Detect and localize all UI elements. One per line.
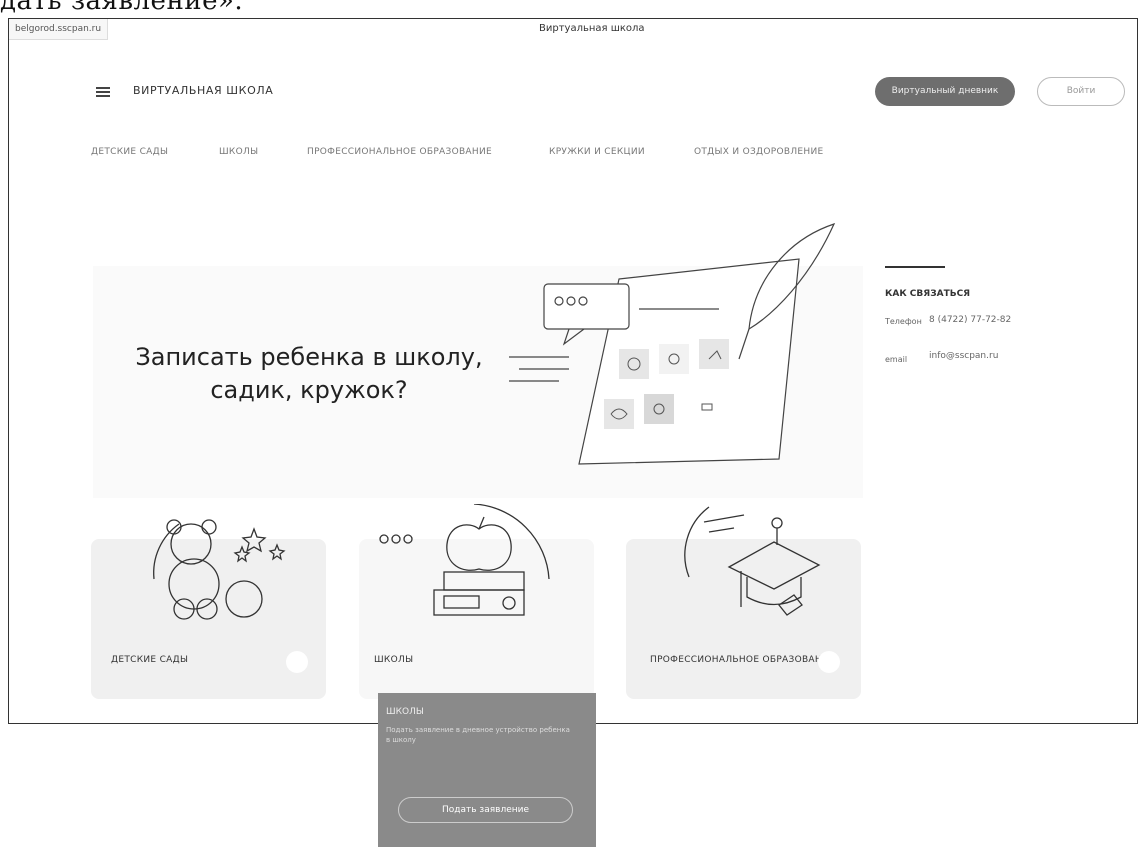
submit-application-button[interactable]: Подать заявление <box>398 797 573 823</box>
contact-divider <box>885 266 945 268</box>
login-button[interactable]: Войти <box>1037 77 1125 106</box>
menu-icon[interactable] <box>96 87 110 97</box>
nav-item-professional[interactable]: ПРОФЕССИОНАЛЬНОЕ ОБРАЗОВАНИЕ <box>307 147 492 157</box>
card-label: ШКОЛЫ <box>374 655 414 665</box>
nav-item-kindergartens[interactable]: ДЕТСКИЕ САДЫ <box>91 147 168 157</box>
teddy-bear-icon <box>153 519 286 620</box>
schools-popup: ШКОЛЫ Подать заявление в дневное устройс… <box>378 693 596 847</box>
browser-frame: belgorod.sscpan.ru Виртуальная школа ВИР… <box>8 18 1138 724</box>
logo-text[interactable]: ВИРТУАЛЬНАЯ ШКОЛА <box>133 84 273 97</box>
caption-text: дать заявление». <box>0 0 244 16</box>
phone-label: Телефон <box>885 317 922 326</box>
hero-title: Записать ребенка в школу, садик, кружок? <box>135 343 483 404</box>
hero-illustration-icon <box>509 222 836 465</box>
virtual-diary-button[interactable]: Виртуальный дневник <box>875 77 1015 106</box>
popup-description: Подать заявление в дневное устройство ре… <box>386 726 570 744</box>
email-value[interactable]: info@sscpan.ru <box>929 351 998 361</box>
url-bar[interactable]: belgorod.sscpan.ru <box>9 19 109 40</box>
nav-item-clubs[interactable]: КРУЖКИ И СЕКЦИИ <box>549 147 645 157</box>
card-label: ДЕТСКИЕ САДЫ <box>111 655 189 665</box>
email-label: email <box>885 355 908 364</box>
phone-value[interactable]: 8 (4722) 77-72-82 <box>929 315 1011 325</box>
tab-title: Виртуальная школа <box>539 23 645 34</box>
apple-books-icon <box>379 504 550 616</box>
graduation-cap-icon <box>684 506 821 616</box>
card-arrow-icon[interactable] <box>286 651 308 673</box>
nav-item-recreation[interactable]: ОТДЫХ И ОЗДОРОВЛЕНИЕ <box>694 147 823 157</box>
nav-item-schools[interactable]: ШКОЛЫ <box>219 147 258 157</box>
card-label: ПРОФЕССИОНАЛЬНОЕ ОБРАЗОВАНИЕ <box>650 655 835 665</box>
popup-title: ШКОЛЫ <box>386 707 424 717</box>
contact-heading: КАК СВЯЗАТЬСЯ <box>885 289 971 299</box>
card-arrow-icon[interactable] <box>818 651 840 673</box>
